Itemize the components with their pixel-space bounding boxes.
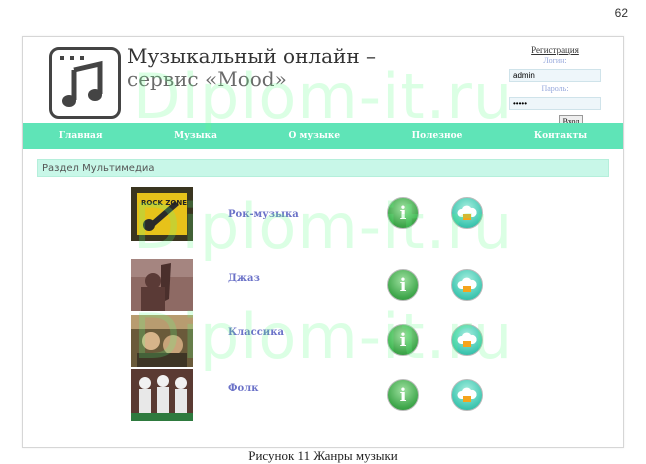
nav-item-music[interactable]: Музыка [174, 131, 217, 141]
cloud-download-icon[interactable] [451, 269, 483, 301]
cloud-download-icon[interactable] [451, 379, 483, 411]
nav-item-about-music[interactable]: О музыке [289, 131, 341, 141]
site-title: Музыкальный онлайн – сервис «Mood» [127, 45, 376, 91]
login-label: Логин: [543, 56, 567, 65]
info-icon[interactable]: i [387, 379, 419, 411]
site-title-sub: сервис «Mood» [127, 67, 287, 91]
password-label: Пароль: [541, 84, 569, 93]
nav-item-home[interactable]: Главная [59, 131, 103, 141]
register-link[interactable]: Регистрация [509, 45, 601, 55]
login-input[interactable] [509, 69, 601, 82]
genre-row-rock: ROCK ZONE Рок-музыка i [131, 187, 501, 243]
info-icon[interactable]: i [387, 324, 419, 356]
music-note-logo-icon[interactable] [49, 47, 121, 119]
section-title: Раздел Мультимедиа [37, 159, 609, 177]
cloud-download-icon[interactable] [451, 197, 483, 229]
login-form: Регистрация Логин: Пароль: Вход [509, 45, 601, 129]
genre-link-jazz[interactable]: Джаз [228, 273, 260, 284]
page-number: 62 [614, 6, 628, 20]
genre-thumb-text: ROCK ZONE [141, 199, 187, 207]
genre-thumb-jazz[interactable] [131, 259, 193, 313]
genre-row-jazz: Джаз i [131, 259, 501, 315]
genre-thumb-classic[interactable] [131, 315, 193, 369]
figure-caption: Рисунок 11 Жанры музыки [248, 448, 398, 463]
genre-link-rock[interactable]: Рок-музыка [228, 209, 299, 220]
main-nav: Главная Музыка О музыке Полезное Контакт… [23, 123, 623, 149]
genre-link-classic[interactable]: Классика [228, 327, 284, 338]
info-icon[interactable]: i [387, 197, 419, 229]
browser-page: Музыкальный онлайн – сервис «Mood» Регис… [22, 36, 624, 448]
nav-item-useful[interactable]: Полезное [412, 131, 463, 141]
genre-thumb-folk[interactable] [131, 369, 193, 423]
info-icon[interactable]: i [387, 269, 419, 301]
nav-item-contacts[interactable]: Контакты [534, 131, 587, 141]
site-title-main: Музыкальный онлайн – [127, 44, 377, 68]
password-input[interactable] [509, 97, 601, 110]
genre-row-folk: Фолк i [131, 369, 501, 425]
genre-link-folk[interactable]: Фолк [228, 383, 258, 394]
genre-thumb-rock[interactable]: ROCK ZONE [131, 187, 193, 241]
genre-row-classic: Классика i [131, 315, 501, 371]
cloud-download-icon[interactable] [451, 324, 483, 356]
